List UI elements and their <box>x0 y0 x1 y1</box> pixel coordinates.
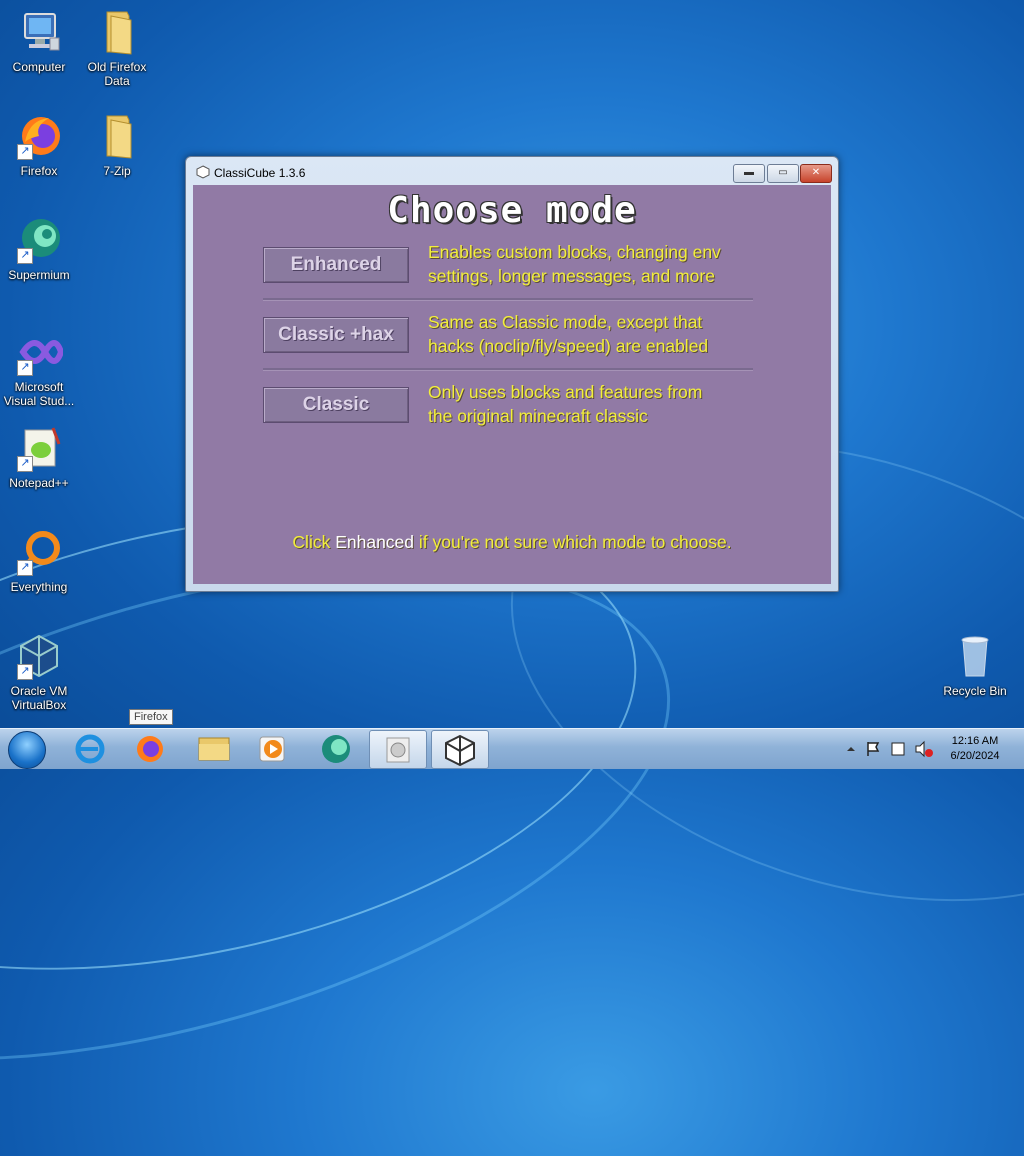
windows-logo-icon <box>8 731 46 769</box>
taskbar-classicube[interactable] <box>431 730 489 769</box>
taskbar-file-explorer[interactable] <box>186 730 242 767</box>
desktop-icon-firefox[interactable]: ↗ Firefox <box>0 112 78 178</box>
computer-icon <box>15 8 63 56</box>
divider <box>263 298 753 301</box>
taskbar-firefox[interactable] <box>122 730 178 767</box>
shortcut-arrow-icon: ↗ <box>17 664 33 680</box>
close-button[interactable]: ✕ <box>800 164 832 183</box>
recycle-bin-icon <box>951 632 999 680</box>
start-button[interactable] <box>4 729 48 769</box>
classic-hax-button[interactable]: Classic +hax <box>263 317 409 353</box>
supermium-icon <box>322 735 350 763</box>
classicube-icon <box>445 734 475 767</box>
action-center-flag-icon[interactable] <box>867 742 880 756</box>
desktop-icon-label: Old Firefox Data <box>87 60 147 88</box>
desktop-icon-everything[interactable]: ↗ Everything <box>0 528 78 594</box>
classic-button[interactable]: Classic <box>263 387 409 423</box>
desktop-icon-virtualbox[interactable]: ↗ Oracle VM VirtualBox <box>0 632 78 712</box>
disk-icon <box>386 737 410 763</box>
shortcut-arrow-icon: ↗ <box>17 360 33 376</box>
enhanced-description: Enables custom blocks, changing env sett… <box>428 242 721 286</box>
divider <box>263 368 753 371</box>
shortcut-arrow-icon: ↗ <box>17 560 33 576</box>
taskbar-disk-app[interactable] <box>369 730 427 769</box>
shortcut-arrow-icon: ↗ <box>17 248 33 264</box>
classicube-app-icon <box>196 165 210 184</box>
taskbar: 12:16 AM 6/20/2024 <box>0 728 1024 769</box>
clock-time: 12:16 AM <box>951 735 999 747</box>
desktop-icon-notepadpp[interactable]: ↗ Notepad++ <box>0 424 78 490</box>
network-icon[interactable] <box>891 742 905 756</box>
folder-icon <box>198 737 230 761</box>
classic-description: Only uses blocks and features from the o… <box>428 382 703 426</box>
enhanced-button[interactable]: Enhanced <box>263 247 409 283</box>
desktop-icon-supermium[interactable]: ↗ Supermium <box>0 216 78 282</box>
supermium-icon: ↗ <box>15 216 63 264</box>
virtualbox-icon: ↗ <box>15 632 63 680</box>
folder-icon <box>93 112 141 160</box>
classicube-window: ClassiCube 1.3.6 ▬ ▭ ✕ Choose mode Enhan… <box>185 156 839 592</box>
taskbar-internet-explorer[interactable] <box>62 730 118 767</box>
maximize-button[interactable]: ▭ <box>767 164 799 183</box>
desktop-icon-7zip[interactable]: 7-Zip <box>78 112 156 178</box>
window-title: ClassiCube 1.3.6 <box>214 166 306 180</box>
firefox-icon <box>137 736 163 762</box>
tooltip: Firefox <box>129 709 173 725</box>
desktop-icon-recycle-bin[interactable]: Recycle Bin <box>936 632 1014 698</box>
window-content: Choose mode Enhanced Enables custom bloc… <box>193 185 831 584</box>
desktop-icon-old-firefox-data[interactable]: Old Firefox Data <box>78 8 156 88</box>
footer-hint: Click Enhanced if you're not sure which … <box>292 532 732 552</box>
desktop-icon-label: Firefox <box>20 164 58 178</box>
desktop-icon-label: Recycle Bin <box>943 684 1007 698</box>
desktop-icon-label: Computer <box>12 60 66 74</box>
system-tray: 12:16 AM 6/20/2024 <box>840 729 1024 769</box>
folder-icon <box>93 8 141 56</box>
show-hidden-icons-icon[interactable] <box>847 747 855 751</box>
shortcut-arrow-icon: ↗ <box>17 144 33 160</box>
classic-hax-description: Same as Classic mode, except that hacks … <box>428 312 709 356</box>
media-player-icon <box>259 736 285 762</box>
firefox-icon: ↗ <box>15 112 63 160</box>
desktop-icon-label: Oracle VM VirtualBox <box>10 684 68 712</box>
volume-muted-icon[interactable] <box>915 740 925 758</box>
desktop-icon-label: 7-Zip <box>103 164 131 178</box>
desktop-icon-label: Notepad++ <box>9 476 69 490</box>
window-titlebar[interactable]: ClassiCube 1.3.6 ▬ ▭ ✕ <box>186 157 838 185</box>
shortcut-arrow-icon: ↗ <box>17 456 33 472</box>
everything-icon: ↗ <box>15 528 63 576</box>
notepadpp-icon: ↗ <box>15 424 63 472</box>
internet-explorer-icon <box>75 734 105 764</box>
desktop-icon-label: Everything <box>10 580 68 594</box>
desktop-icon-label: Microsoft Visual Stud... <box>3 380 75 408</box>
clock[interactable]: 12:16 AM 6/20/2024 <box>940 734 1010 764</box>
desktop-icon-label: Supermium <box>8 268 70 282</box>
clock-date: 6/20/2024 <box>950 750 1000 762</box>
desktop-icon-computer[interactable]: Computer <box>0 8 78 74</box>
taskbar-supermium[interactable] <box>308 730 364 767</box>
desktop-icon-visual-studio[interactable]: ↗ Microsoft Visual Stud... <box>0 328 78 408</box>
visual-studio-icon: ↗ <box>15 328 65 376</box>
minimize-button[interactable]: ▬ <box>733 164 765 183</box>
page-title: Choose mode <box>387 190 637 231</box>
taskbar-media-player[interactable] <box>246 730 302 767</box>
